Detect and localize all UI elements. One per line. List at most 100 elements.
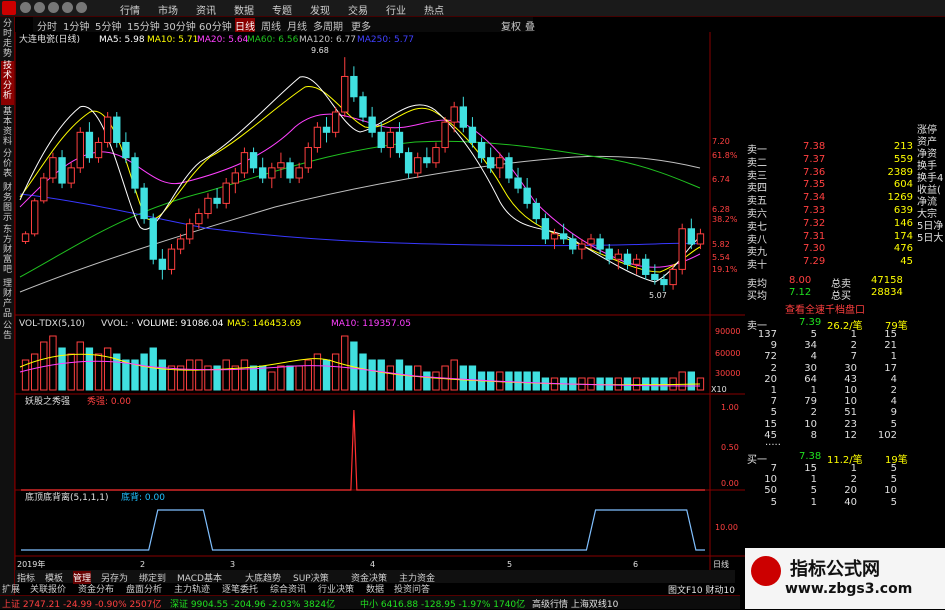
candle-body (331, 111, 340, 133)
indicator-tab-11[interactable]: 关联报价 (30, 582, 66, 595)
indicator-tab-13[interactable]: 盘面分析 (126, 582, 162, 595)
volume-bar (377, 359, 385, 391)
menu-item-news[interactable]: 资讯 (196, 2, 216, 17)
candle-body (642, 258, 650, 275)
refresh-icon[interactable] (48, 2, 59, 13)
menu-item-hot[interactable]: 热点 (424, 2, 444, 17)
period-15min[interactable]: 15分钟 (127, 18, 160, 33)
volume-bar (386, 365, 395, 391)
volume-bar (623, 377, 632, 391)
period-weekly[interactable]: 周线 (261, 18, 281, 33)
candle-body (459, 106, 468, 128)
queue-cell: 21 (884, 340, 897, 352)
candle-body (49, 157, 57, 179)
side-tab-price-table[interactable]: 分价表 (1, 149, 14, 181)
volume-bar (632, 377, 641, 391)
side-tab-finance[interactable]: 财务图示 (1, 183, 14, 223)
chart-area[interactable]: 大连电瓷(日线) MA5: 5.98 MA10: 5.71 MA20: 5.64… (15, 32, 745, 570)
volume-bar (414, 365, 422, 391)
side-tab-intraday[interactable]: 分时走势 (1, 19, 14, 59)
status-sh-index[interactable]: 上证 2747.21 -24.99 -0.90% 2507亿 (2, 597, 161, 610)
sell-level-volume: 559 (893, 153, 913, 165)
period-monthly[interactable]: 月线 (287, 18, 307, 33)
menu-item-trade[interactable]: 交易 (348, 2, 368, 17)
volume-tick-2: 60000 (715, 349, 740, 358)
side-tabs: 分时走势 技术分析 基本资料 分价表 财务图示 东方财富吧 理财产品 公告 (0, 17, 15, 595)
candle-body (286, 162, 294, 179)
side-tab-basic[interactable]: 基本资料 (1, 107, 14, 147)
period-more[interactable]: 更多 (351, 18, 371, 33)
full-depth-link[interactable]: 查看全速千档盘口 (785, 301, 865, 316)
volume-bar (94, 353, 103, 391)
sell-level-volume: 2389 (887, 166, 913, 178)
home-icon[interactable] (62, 2, 73, 13)
history-icon[interactable] (76, 2, 87, 13)
queue-cell: 10 (884, 485, 897, 497)
time-label-feb: 2 (140, 560, 145, 569)
volume-bar (614, 377, 623, 391)
indicator-tab-12[interactable]: 资金分布 (78, 582, 114, 595)
side-tab-announcements[interactable]: 公告 (1, 321, 14, 361)
candle-body (605, 248, 613, 260)
adjust-button[interactable]: 复权 (501, 18, 521, 33)
volume-bar (195, 359, 203, 391)
candle-body (40, 177, 48, 202)
forward-icon[interactable] (34, 2, 45, 13)
sell-level-row[interactable]: 卖十 7.29 45 (747, 256, 915, 271)
period-30min[interactable]: 30分钟 (163, 18, 196, 33)
period-5min[interactable]: 5分钟 (95, 18, 121, 33)
indicator-tab-10[interactable]: 扩展 (2, 582, 20, 595)
sell-level-volume: 604 (893, 179, 913, 191)
queue-cell: 50 (764, 485, 777, 497)
queue-cell: 10 (804, 418, 817, 430)
period-daily[interactable]: 日线 (235, 18, 255, 33)
total-buy-value: 28834 (871, 287, 903, 298)
indicator-tab-17[interactable]: 行业决策 (318, 582, 354, 595)
status-f10[interactable]: 图文F10 财动10 (668, 583, 735, 596)
indicator-tab-16[interactable]: 综合资讯 (270, 582, 306, 595)
overlay-button[interactable]: 叠 (525, 18, 535, 33)
period-60min[interactable]: 60分钟 (199, 18, 232, 33)
side-tab-products[interactable]: 理财产品 (1, 279, 14, 319)
ma5-label: MA5: 5.98 (99, 35, 145, 45)
time-label-jun: 6 (633, 560, 638, 569)
sell-level-price: 7.35 (803, 179, 826, 191)
status-sz-index[interactable]: 深证 9904.55 -204.96 -2.03% 3824亿 (170, 597, 335, 610)
queue-cell: 5 (810, 329, 817, 340)
indicator-tabs: 指标 模板 管理 另存为 绑定到 MACD基本 大底趋势 SUP决策 资金决策 主力资金 扩展 关联报… (2, 570, 735, 595)
period-1min[interactable]: 1分钟 (63, 18, 89, 33)
indicator-tab-15[interactable]: 逐笔委托 (222, 582, 258, 595)
volume-bar (76, 341, 84, 391)
menu-item-data[interactable]: 数据 (234, 2, 254, 17)
volume-bar (268, 371, 276, 391)
queue-cell: 5 (890, 496, 897, 508)
side-tab-technical[interactable]: 技术分析 (1, 61, 14, 105)
indicator-tab-18[interactable]: 数据 (366, 582, 384, 595)
chart-background (15, 32, 745, 570)
menu-item-discover[interactable]: 发现 (310, 2, 330, 17)
candle-body (596, 238, 604, 250)
candle-body (103, 116, 112, 143)
side-tab-forum[interactable]: 东方财富吧 (1, 225, 14, 277)
volume-bar (149, 347, 157, 391)
menu-item-topics[interactable]: 专题 (272, 2, 292, 17)
candle-body (131, 157, 139, 189)
sell-level-price: 7.32 (803, 217, 826, 229)
watermark: 指标公式网 www.zbgs3.com (745, 548, 945, 609)
menu-item-quotes[interactable]: 行情 (120, 2, 140, 17)
info-label-9: 5日大 (917, 233, 944, 244)
candle-body (76, 131, 84, 169)
stock-title: 大连电瓷(日线) (19, 33, 80, 45)
candle-body (514, 177, 522, 189)
period-multi[interactable]: 多周期 (313, 18, 343, 33)
panel2-title: 妖股之秀强 (25, 395, 70, 407)
menu-item-industry[interactable]: 行业 (386, 2, 406, 17)
indicator-tab-14[interactable]: 主力轨迹 (174, 582, 210, 595)
status-zx-index[interactable]: 中小 6416.88 -128.95 -1.97% 1740亿 (360, 597, 525, 610)
back-icon[interactable] (20, 2, 31, 13)
volume-bar (258, 365, 267, 391)
period-intraday[interactable]: 分时 (37, 18, 57, 33)
menu-item-market[interactable]: 市场 (158, 2, 178, 17)
indicator-tab-19[interactable]: 投资问答 (394, 582, 430, 595)
avg-buy-price: 7.12 (789, 287, 812, 298)
